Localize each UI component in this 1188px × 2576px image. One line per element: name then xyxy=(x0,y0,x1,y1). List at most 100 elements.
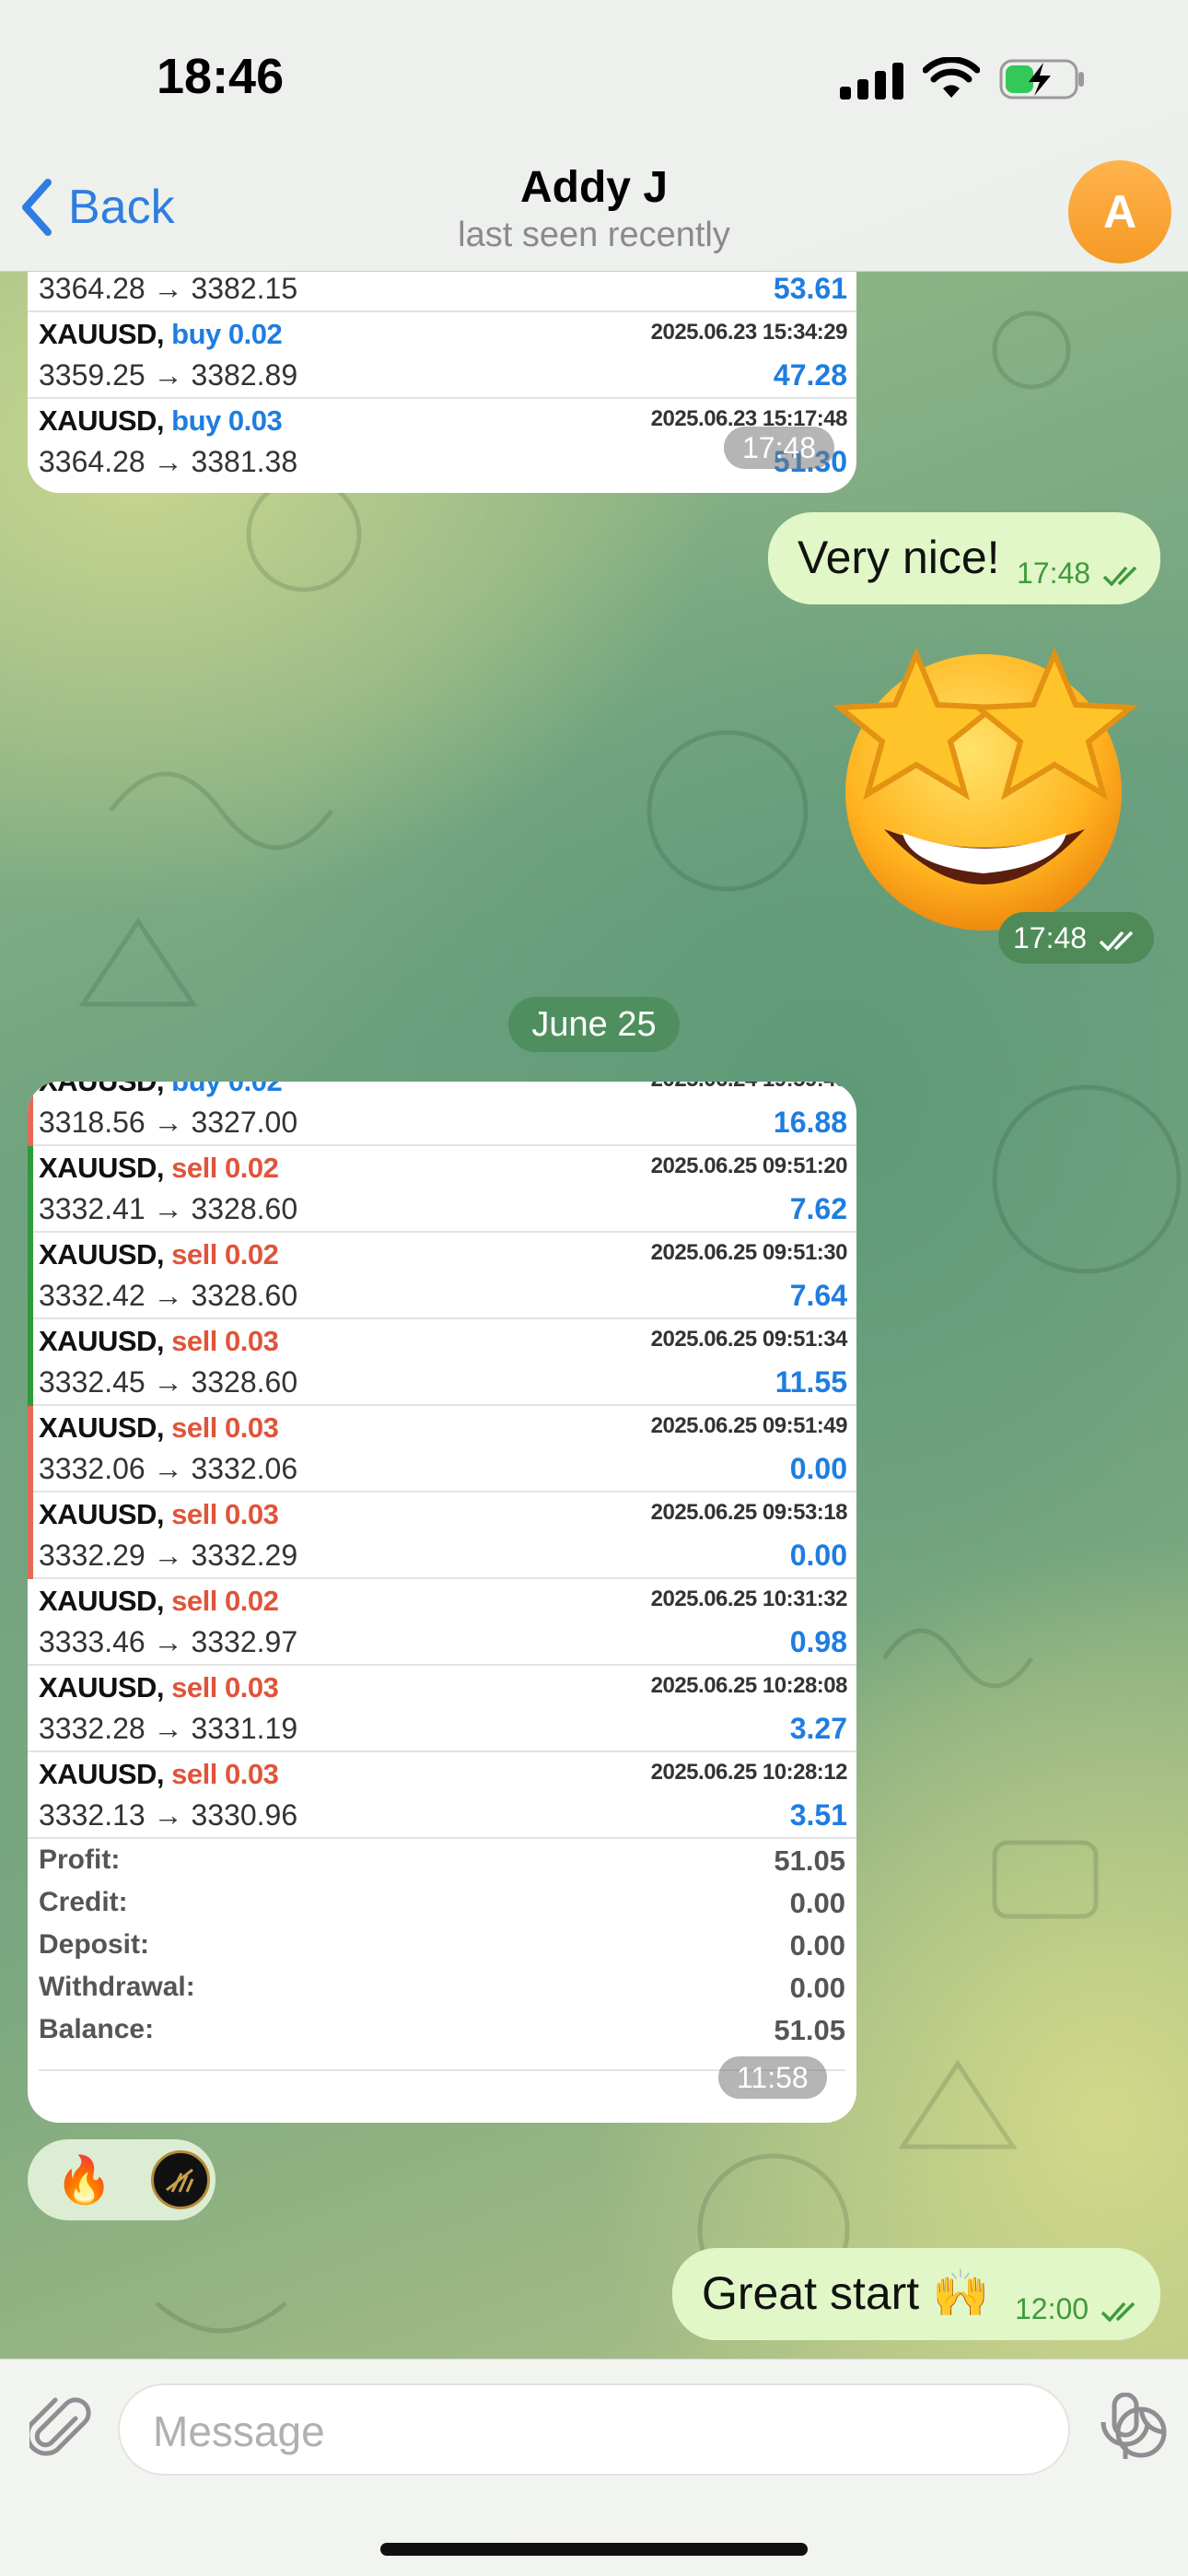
wifi-icon xyxy=(923,57,980,98)
trade-symbol: XAUUSD, xyxy=(39,318,165,350)
trade-lot: 0.03 xyxy=(224,1498,279,1530)
double-check-icon xyxy=(1101,2301,1136,2323)
trade-symbol-line: XAUUSD, buy 0.02 xyxy=(39,1082,283,1098)
trade-row: XAUUSD, sell 0.03 2025.06.25 09:51:49 3332… xyxy=(28,1406,856,1493)
trade-lot: 0.03 xyxy=(224,1758,279,1790)
trade-row: XAUUSD, buy 0.02 2025.06.24 19:59:45 3318.… xyxy=(28,1082,856,1146)
trade-lot: 0.03 xyxy=(224,1325,279,1357)
summary-value: 0.00 xyxy=(789,1887,845,1919)
trade-prices: 3318.56 → 3327.00 xyxy=(39,1106,298,1139)
trade-prices: 3364.28 → 3381.38 xyxy=(39,445,298,478)
outgoing-message-bubble[interactable]: Great start 🙌 12:00 xyxy=(672,2248,1160,2340)
summary-value: 0.00 xyxy=(789,1929,845,1961)
contact-avatar[interactable]: A xyxy=(1068,160,1171,263)
reactor-avatar xyxy=(151,2150,210,2209)
message-reactions[interactable]: 🔥 xyxy=(28,2139,215,2220)
trade-status-bar xyxy=(28,1082,33,1146)
summary-row: Withdrawal: 0.00 xyxy=(39,1972,845,2014)
message-text: Very nice! xyxy=(798,532,1000,583)
reactor-avatar-logo xyxy=(166,2168,194,2193)
trade-status-bar xyxy=(28,1319,33,1406)
message-time: 11:58 xyxy=(718,2056,827,2099)
trade-row: XAUUSD, buy 0.02 2025.06.23 15:34:29 335… xyxy=(28,312,856,399)
trade-profit: 7.64 xyxy=(789,1279,847,1312)
trade-symbol: XAUUSD, xyxy=(39,1238,165,1270)
trade-row: XAUUSD, sell 0.02 2025.06.25 09:51:20 3332… xyxy=(28,1146,856,1233)
microphone-icon[interactable] xyxy=(1098,2393,1153,2463)
trade-symbol: XAUUSD, xyxy=(39,1152,165,1184)
trade-side: sell xyxy=(171,1758,217,1790)
trade-profit: 0.98 xyxy=(789,1625,847,1658)
trade-symbol: XAUUSD, xyxy=(39,1671,165,1704)
trade-lot: 0.03 xyxy=(224,1671,279,1704)
trade-date: 2025.06.25 10:28:08 xyxy=(650,1673,848,1698)
summary-value: 51.05 xyxy=(774,1844,845,1877)
trade-symbol: XAUUSD, xyxy=(39,1498,165,1530)
message-time: 17:48 xyxy=(724,427,835,469)
trade-symbol-line: XAUUSD, sell 0.03 xyxy=(39,1325,279,1358)
message-field[interactable] xyxy=(118,2383,1167,2476)
trade-row: XAUUSD, sell 0.03 2025.06.25 09:53:18 3332… xyxy=(28,1493,856,1579)
trade-symbol-line: XAUUSD, buy 0.02 xyxy=(39,318,283,351)
trade-lot: 0.02 xyxy=(224,1152,279,1184)
trade-prices: 3332.13 → 3330.96 xyxy=(39,1798,298,1832)
double-check-icon xyxy=(1102,566,1137,587)
trade-report-bubble[interactable]: XAUUSD, buy 0.02 2025.06.24 19:59:45 3318.… xyxy=(28,1082,856,2123)
trade-lot: 0.02 xyxy=(224,1238,279,1270)
trade-profit: 7.62 xyxy=(789,1192,847,1225)
message-time: 17:48 xyxy=(1017,556,1091,590)
trade-lot: 0.02 xyxy=(227,318,283,350)
outgoing-message-bubble[interactable]: Very nice! 17:48 xyxy=(768,512,1160,604)
trade-status-bar xyxy=(28,1233,33,1319)
trade-symbol-line: XAUUSD, sell 0.02 xyxy=(39,1238,279,1271)
trade-profit: 11.55 xyxy=(775,1365,847,1399)
trade-lot: 0.03 xyxy=(227,404,283,437)
trade-row: XAUUSD, sell 0.03 2025.06.25 09:51:34 3332… xyxy=(28,1319,856,1406)
status-bar: 18:46 xyxy=(0,0,1188,157)
trade-profit: 47.28 xyxy=(773,358,847,392)
trade-symbol: XAUUSD, xyxy=(39,1758,165,1790)
trade-row: XAUUSD, sell 0.03 2025.06.25 10:28:08 3332… xyxy=(28,1666,856,1752)
summary-value: 51.05 xyxy=(774,2014,845,2046)
fire-reaction-emoji: 🔥 xyxy=(55,2154,113,2206)
trade-prices: 3332.29 → 3332.29 xyxy=(39,1539,298,1572)
battery-charging-icon xyxy=(999,59,1084,100)
trade-lot: 0.02 xyxy=(224,1585,279,1617)
trade-row: XAUUSD, sell 0.02 2025.06.25 09:51:30 3332… xyxy=(28,1233,856,1319)
trade-symbol: XAUUSD, xyxy=(39,1585,165,1617)
trade-status-bar xyxy=(28,1146,33,1233)
trade-profit: 0.00 xyxy=(789,1539,847,1572)
trade-symbol-line: XAUUSD, sell 0.03 xyxy=(39,1758,279,1791)
trade-profit: 16.88 xyxy=(773,1106,847,1139)
summary-row: Deposit: 0.00 xyxy=(39,1929,845,1972)
trade-date: 2025.06.25 09:53:18 xyxy=(650,1500,848,1525)
paperclip-icon[interactable] xyxy=(29,2396,94,2461)
trade-date: 2025.06.25 09:51:20 xyxy=(650,1153,848,1178)
message-time-read: 17:48 xyxy=(1017,556,1143,591)
trade-prices: 3332.06 → 3332.06 xyxy=(39,1452,298,1485)
trade-side: sell xyxy=(171,1152,217,1184)
trade-row: XAUUSD, sell 0.02 2025.06.25 10:31:32 3333… xyxy=(28,1579,856,1666)
star-struck-sticker[interactable] xyxy=(829,636,1142,940)
summary-label: Profit: xyxy=(39,1844,121,1875)
trade-date: 2025.06.24 19:59:45 xyxy=(651,1082,848,1093)
trade-side: sell xyxy=(171,1325,217,1357)
trade-symbol-line: XAUUSD, sell 0.02 xyxy=(39,1152,279,1185)
trade-profit: 3.51 xyxy=(789,1798,847,1832)
trade-symbol: XAUUSD, xyxy=(39,1082,165,1097)
trade-side: sell xyxy=(171,1238,217,1270)
trade-prices: 3332.41 → 3328.60 xyxy=(39,1192,298,1225)
summary-label: Deposit: xyxy=(39,1929,149,1960)
message-input[interactable] xyxy=(153,2404,963,2459)
status-time: 18:46 xyxy=(157,49,285,104)
trade-report-bubble-previous[interactable]: 3364.28 → 3382.15 53.61 XAUUSD, buy 0.02… xyxy=(28,272,856,493)
trade-row: XAUUSD, sell 0.03 2025.06.25 10:28:12 3332… xyxy=(28,1752,856,1839)
trade-prices: 3333.46 → 3332.97 xyxy=(39,1625,298,1658)
trade-date: 2025.06.23 15:34:29 xyxy=(650,320,848,345)
trade-symbol-line: XAUUSD, sell 0.03 xyxy=(39,1498,279,1531)
contact-name[interactable]: Addy J xyxy=(0,162,1188,213)
trade-profit: 3.27 xyxy=(789,1712,847,1745)
trade-date: 2025.06.25 09:51:49 xyxy=(650,1413,848,1438)
trade-symbol: XAUUSD, xyxy=(39,1325,165,1357)
trade-lot: 0.02 xyxy=(228,1082,283,1097)
